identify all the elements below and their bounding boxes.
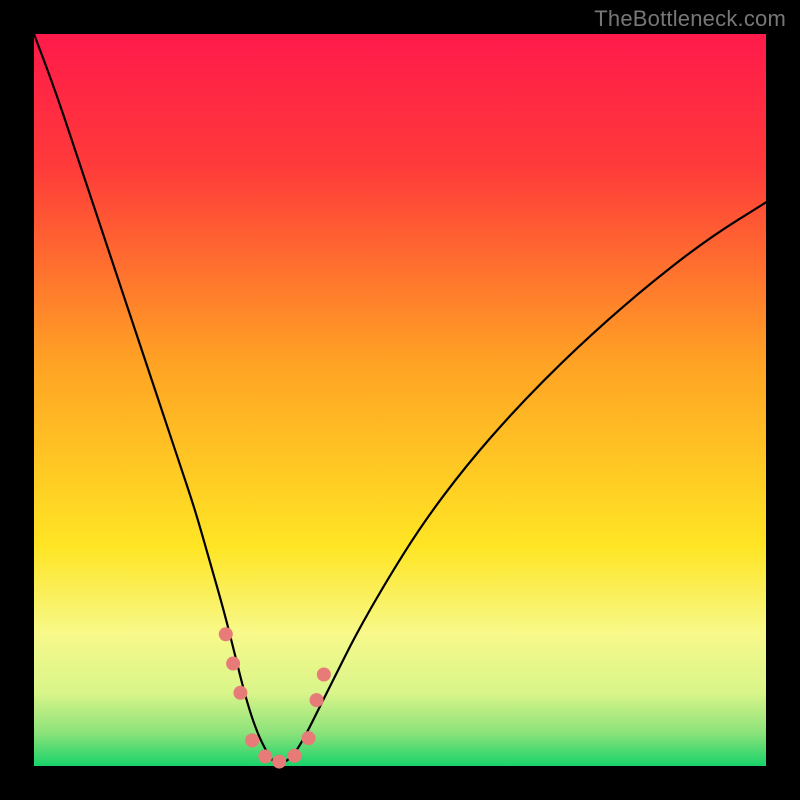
marker-dot xyxy=(219,627,233,641)
chart-stage: TheBottleneck.com xyxy=(0,0,800,800)
marker-dot xyxy=(302,731,316,745)
marker-dot xyxy=(226,657,240,671)
marker-dot xyxy=(245,733,259,747)
marker-dot xyxy=(317,668,331,682)
plot-area xyxy=(34,34,766,766)
marker-dot xyxy=(258,749,272,763)
marker-dot xyxy=(272,755,286,769)
marker-dot xyxy=(233,686,247,700)
bottleneck-chart xyxy=(0,0,800,800)
marker-dot xyxy=(288,749,302,763)
watermark-text: TheBottleneck.com xyxy=(594,6,786,32)
marker-dot xyxy=(310,693,324,707)
